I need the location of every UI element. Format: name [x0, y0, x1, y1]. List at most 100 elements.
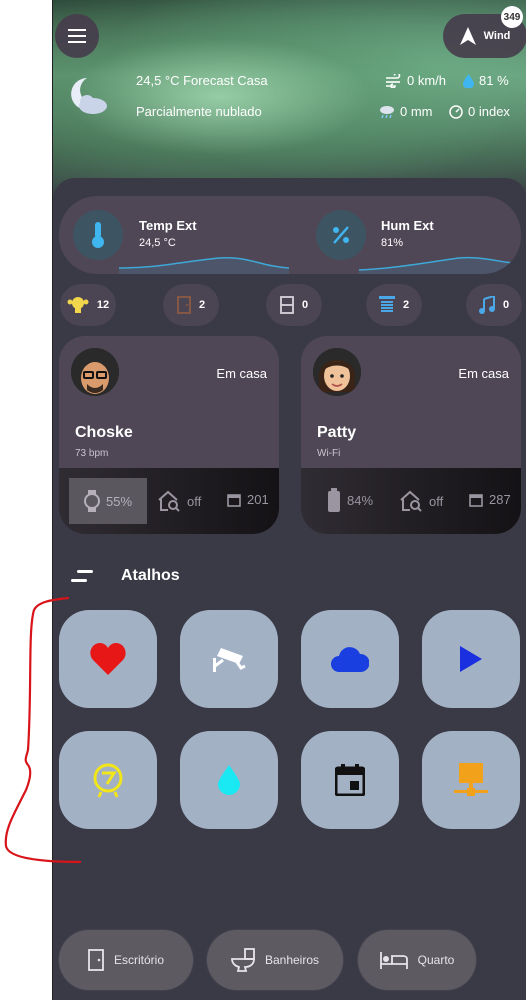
blinds-icon — [378, 296, 395, 312]
steps-stat[interactable]: 201 — [227, 492, 269, 507]
door-icon — [177, 296, 191, 314]
person-connection: Wi-Fi — [317, 448, 341, 459]
room-banheiros-button[interactable]: Banheiros — [207, 930, 343, 990]
thermometer-icon — [92, 222, 104, 248]
room-quarto-button[interactable]: Quarto — [358, 930, 476, 990]
water-drop-icon — [463, 73, 474, 88]
home-search-icon — [400, 490, 422, 512]
person-card-choske[interactable]: Em casa Choske 73 bpm 55% off 201 — [59, 336, 279, 534]
phone-battery[interactable]: 84% — [327, 488, 373, 512]
forecast-title: 24,5 °C Forecast Casa — [136, 73, 268, 88]
hum-sensor-name: Hum Ext — [381, 218, 434, 233]
person-footer: 55% off 201 — [59, 468, 279, 534]
home-presence-value: off — [187, 493, 202, 509]
wind-direction-badge: 349 — [501, 6, 523, 28]
toilet-icon — [231, 948, 255, 972]
temp-sensor-button[interactable] — [73, 210, 123, 260]
person-card-patty[interactable]: Em casa Patty Wi-Fi 84% off 287 — [301, 336, 521, 534]
lights-count: 12 — [96, 299, 110, 311]
temp-sensor-name: Temp Ext — [139, 218, 197, 233]
shortcut-cloud[interactable] — [301, 610, 399, 708]
phone-battery-value: 84% — [347, 492, 374, 508]
room-escritorio-button[interactable]: Escritório — [59, 930, 193, 990]
rain-cloud-icon — [380, 105, 394, 118]
temp-sensor-value: 24,5 °C — [139, 237, 176, 249]
shortcuts-title: Atalhos — [121, 567, 180, 584]
doors-chip[interactable]: 2 — [163, 284, 219, 326]
play-icon — [460, 646, 482, 672]
sensor-strip: Temp Ext 24,5 °C Hum Ext 81% — [59, 196, 521, 274]
watch-icon — [83, 490, 100, 512]
blinds-count: 2 — [402, 299, 410, 311]
humidity-stat: 81 % — [463, 73, 509, 88]
shortcut-play[interactable] — [422, 610, 520, 708]
avatar — [71, 348, 119, 396]
room-label: Escritório — [113, 953, 164, 967]
person-name: Patty — [317, 424, 357, 441]
battery-icon — [328, 488, 340, 512]
hum-sensor-button[interactable] — [316, 210, 366, 260]
door-icon — [88, 949, 104, 971]
shortcut-network[interactable] — [422, 731, 520, 829]
steps-stat[interactable]: 287 — [469, 492, 511, 507]
cctv-icon — [213, 648, 246, 672]
blinds-chip[interactable]: 2 — [366, 284, 422, 326]
calendar-icon — [469, 493, 483, 507]
weather-condition: Parcialmente nublado — [136, 104, 262, 119]
shortcut-robot-vacuum[interactable] — [59, 731, 157, 829]
shortcut-calendar[interactable] — [301, 731, 399, 829]
person-footer: 84% off 287 — [301, 468, 521, 534]
room-label: Quarto — [417, 953, 455, 967]
home-presence[interactable]: off — [157, 490, 201, 512]
hum-sensor-value: 81% — [381, 237, 404, 249]
shortcut-water[interactable] — [180, 731, 278, 829]
home-search-icon — [158, 490, 180, 512]
watch-battery-value: 55% — [105, 493, 133, 509]
sensor-graph — [118, 256, 521, 274]
rain-value: 0 mm — [400, 104, 433, 119]
windows-chip[interactable]: 0 — [266, 284, 322, 326]
wind-icon — [386, 73, 401, 88]
rain-stat: 0 mm — [379, 104, 433, 119]
windows-count: 0 — [301, 299, 309, 311]
sort-icon — [71, 570, 93, 582]
wind-label: Wind — [483, 30, 511, 42]
steps-value: 201 — [247, 492, 269, 507]
home-presence[interactable]: off — [399, 490, 443, 512]
steps-value: 287 — [489, 492, 511, 507]
percent-icon — [333, 226, 349, 244]
menu-button[interactable] — [55, 14, 99, 58]
hamburger-icon — [68, 29, 86, 43]
robot-vacuum-icon — [93, 763, 123, 798]
bed-icon — [379, 952, 408, 969]
wind-speed-stat: 0 km/h — [386, 73, 446, 88]
calendar-icon — [227, 493, 241, 507]
avatar — [313, 348, 361, 396]
index-value: 0 index — [468, 104, 510, 119]
dashboard-app: Wind 349 24,5 °C Forecast Casa Parcialme… — [52, 0, 526, 1000]
navigation-arrow-icon — [459, 27, 476, 45]
presence-state: Em casa — [216, 366, 267, 381]
index-stat: 0 index — [449, 104, 510, 119]
gauge-icon — [449, 104, 463, 119]
humidity-value: 81 % — [479, 73, 509, 88]
wind-speed-value: 0 km/h — [407, 73, 447, 88]
shortcut-heart[interactable] — [59, 610, 157, 708]
presence-state: Em casa — [458, 366, 509, 381]
cloud-icon — [331, 647, 369, 672]
person-name: Choske — [75, 424, 133, 441]
home-presence-value: off — [429, 493, 444, 509]
person-heart-rate: 73 bpm — [75, 448, 109, 459]
calendar-icon — [335, 764, 365, 796]
room-label: Banheiros — [264, 953, 320, 967]
network-icon — [454, 763, 488, 796]
watch-battery[interactable]: 55% — [69, 478, 147, 524]
heart-icon — [90, 643, 126, 675]
music-icon — [478, 296, 495, 314]
music-chip[interactable]: 0 — [466, 284, 522, 326]
music-count: 0 — [502, 299, 510, 311]
doors-count: 2 — [198, 299, 206, 311]
lights-chip[interactable]: 12 — [60, 284, 116, 326]
lightbulb-group-icon — [67, 297, 89, 313]
shortcut-cctv[interactable] — [180, 610, 278, 708]
